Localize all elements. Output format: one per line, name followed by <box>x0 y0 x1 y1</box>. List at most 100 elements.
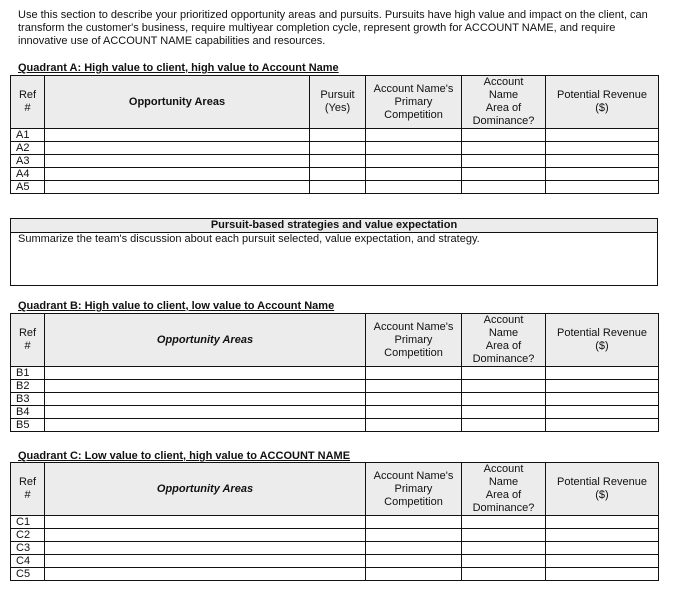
competition-cell[interactable] <box>365 167 462 181</box>
header-area-of-dominance: Account Name Area of Dominance? <box>461 75 546 129</box>
revenue-cell[interactable] <box>545 379 659 393</box>
opportunity-cell[interactable] <box>44 180 310 194</box>
ref-cell: A2 <box>10 141 45 155</box>
ref-cell: C2 <box>10 528 45 542</box>
opportunity-cell[interactable] <box>44 418 366 432</box>
opportunity-cell[interactable] <box>44 515 366 529</box>
opportunity-cell[interactable] <box>44 554 366 568</box>
revenue-cell[interactable] <box>545 167 659 181</box>
opportunity-cell[interactable] <box>44 167 310 181</box>
revenue-cell[interactable] <box>545 180 659 194</box>
dominance-cell[interactable] <box>461 418 546 432</box>
quadrant-a-title: Quadrant A: High value to client, high v… <box>18 62 339 74</box>
revenue-cell[interactable] <box>545 515 659 529</box>
dominance-cell[interactable] <box>461 515 546 529</box>
ref-cell: B5 <box>10 418 45 432</box>
revenue-cell[interactable] <box>545 405 659 419</box>
ref-cell: B3 <box>10 392 45 406</box>
pursuit-cell[interactable] <box>309 141 366 155</box>
pursuit-cell[interactable] <box>309 180 366 194</box>
table-row: A3 <box>10 154 659 168</box>
dominance-cell[interactable] <box>461 366 546 380</box>
pursuit-strategies-field[interactable]: Summarize the team's discussion about ea… <box>11 233 657 246</box>
opportunity-cell[interactable] <box>44 141 310 155</box>
opportunity-cell[interactable] <box>44 528 366 542</box>
opportunity-cell[interactable] <box>44 392 366 406</box>
quadrant-b-title: Quadrant B: High value to client, low va… <box>18 300 335 312</box>
dominance-cell[interactable] <box>461 379 546 393</box>
opportunity-cell[interactable] <box>44 405 366 419</box>
ref-cell: A3 <box>10 154 45 168</box>
dominance-cell[interactable] <box>461 392 546 406</box>
competition-cell[interactable] <box>365 418 462 432</box>
ref-cell: B4 <box>10 405 45 419</box>
pursuit-cell[interactable] <box>309 167 366 181</box>
dominance-cell[interactable] <box>461 541 546 555</box>
pursuit-cell[interactable] <box>309 128 366 142</box>
ref-cell: B1 <box>10 366 45 380</box>
revenue-cell[interactable] <box>545 554 659 568</box>
opportunity-cell[interactable] <box>44 154 310 168</box>
dominance-cell[interactable] <box>461 128 546 142</box>
table-row: B3 <box>10 392 659 406</box>
opportunity-cell[interactable] <box>44 541 366 555</box>
intro-paragraph: Use this section to describe your priori… <box>18 9 648 47</box>
competition-cell[interactable] <box>365 405 462 419</box>
dominance-cell[interactable] <box>461 405 546 419</box>
competition-cell[interactable] <box>365 154 462 168</box>
dominance-cell[interactable] <box>461 141 546 155</box>
ref-cell: C4 <box>10 554 45 568</box>
header-area-of-dominance: Account Name Area of Dominance? <box>461 313 546 367</box>
quadrant-a-table: Ref # Opportunity Areas Pursuit (Yes) Acco… <box>10 75 659 194</box>
dominance-cell[interactable] <box>461 167 546 181</box>
ref-cell: A5 <box>10 180 45 194</box>
competition-cell[interactable] <box>365 379 462 393</box>
ref-cell: C1 <box>10 515 45 529</box>
competition-cell[interactable] <box>365 141 462 155</box>
revenue-cell[interactable] <box>545 567 659 581</box>
dominance-cell[interactable] <box>461 154 546 168</box>
table-row: A2 <box>10 141 659 155</box>
ref-cell: B2 <box>10 379 45 393</box>
revenue-cell[interactable] <box>545 128 659 142</box>
table-row: B4 <box>10 405 659 419</box>
quadrant-a-header-row: Ref # Opportunity Areas Pursuit (Yes) Acco… <box>10 75 659 129</box>
opportunity-cell[interactable] <box>44 366 366 380</box>
competition-cell[interactable] <box>365 554 462 568</box>
revenue-cell[interactable] <box>545 418 659 432</box>
competition-cell[interactable] <box>365 567 462 581</box>
revenue-cell[interactable] <box>545 541 659 555</box>
dominance-cell[interactable] <box>461 528 546 542</box>
competition-cell[interactable] <box>365 541 462 555</box>
revenue-cell[interactable] <box>545 392 659 406</box>
quadrant-b-header-row: Ref # Opportunity Areas Account Name's Pri… <box>10 313 659 367</box>
revenue-cell[interactable] <box>545 154 659 168</box>
pursuit-strategies-box: Pursuit-based strategies and value expec… <box>10 218 658 286</box>
opportunity-cell[interactable] <box>44 567 366 581</box>
competition-cell[interactable] <box>365 366 462 380</box>
pursuit-cell[interactable] <box>309 154 366 168</box>
revenue-cell[interactable] <box>545 141 659 155</box>
revenue-cell[interactable] <box>545 366 659 380</box>
dominance-cell[interactable] <box>461 180 546 194</box>
table-row: B1 <box>10 366 659 380</box>
table-row: C4 <box>10 554 659 568</box>
table-row: C2 <box>10 528 659 542</box>
revenue-cell[interactable] <box>545 528 659 542</box>
competition-cell[interactable] <box>365 180 462 194</box>
table-row: A4 <box>10 167 659 181</box>
opportunity-cell[interactable] <box>44 128 310 142</box>
opportunity-cell[interactable] <box>44 379 366 393</box>
header-pursuit: Pursuit (Yes) <box>309 75 366 129</box>
header-primary-competition: Account Name's Primary Competition <box>365 462 462 516</box>
competition-cell[interactable] <box>365 528 462 542</box>
competition-cell[interactable] <box>365 392 462 406</box>
quadrant-c-table: Ref # Opportunity Areas Account Name's Pri… <box>10 462 659 581</box>
dominance-cell[interactable] <box>461 567 546 581</box>
header-ref: Ref # <box>10 75 45 129</box>
dominance-cell[interactable] <box>461 554 546 568</box>
competition-cell[interactable] <box>365 128 462 142</box>
table-row: C1 <box>10 515 659 529</box>
table-row: C3 <box>10 541 659 555</box>
competition-cell[interactable] <box>365 515 462 529</box>
